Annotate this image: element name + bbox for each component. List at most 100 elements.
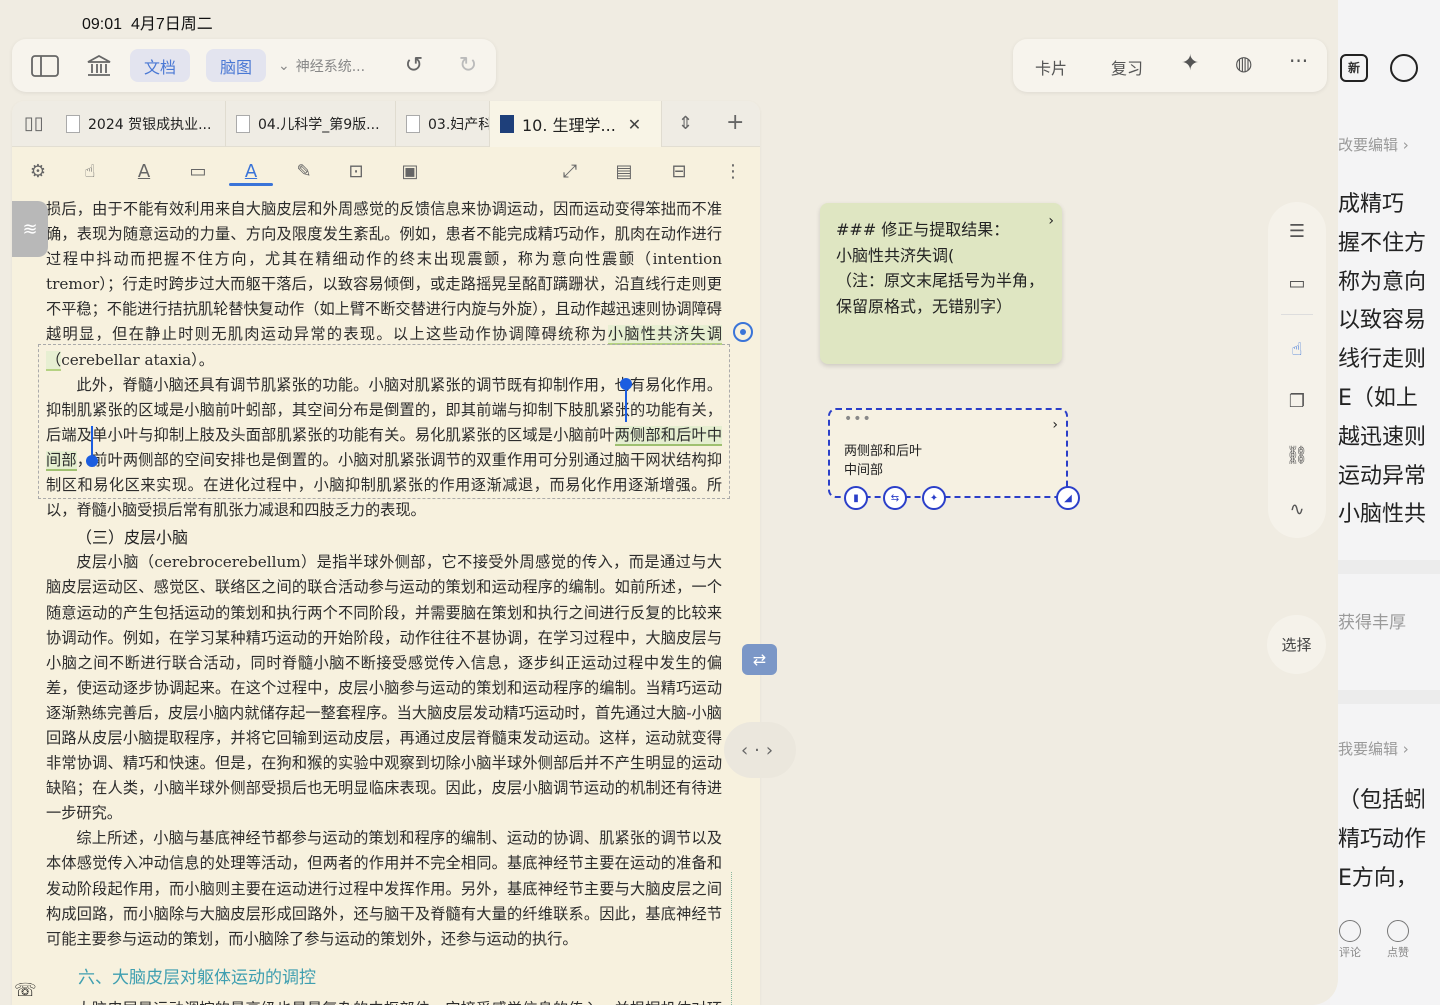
bg-text-line: 小脑性共 (1338, 502, 1427, 528)
bg-text-line: 线行走则 (1338, 347, 1427, 373)
reorder-icon[interactable]: ⇕ (678, 113, 693, 134)
locate-icon[interactable] (733, 322, 753, 342)
mindmap-card-selected[interactable]: ••• › 两侧部和后叶 中间部 ▮ ⇆ ✦ ◢ (828, 408, 1080, 510)
sidebar-icon[interactable] (28, 49, 62, 82)
divider (1330, 690, 1440, 704)
web-search-icon[interactable]: ◍ (1235, 51, 1252, 75)
add-tab-icon[interactable]: + (726, 110, 744, 135)
review-button[interactable]: 复习 (1111, 55, 1143, 79)
document-panel: ▯▯ 2024 贺银成执业... 04.儿科学_第9版... 03.妇产科 10… (12, 101, 760, 1005)
outline-icon[interactable]: ☰ (1285, 220, 1309, 244)
pie-chart-icon[interactable] (1390, 54, 1418, 82)
tab-bar: ▯▯ 2024 贺银成执业... 04.儿科学_第9版... 03.妇产科 10… (12, 101, 760, 147)
link-card-icon[interactable]: ⇆ (883, 486, 907, 510)
split-view-icon[interactable]: ▯▯ (24, 113, 44, 134)
notebook-selector[interactable]: ⌄ 神经系统... (278, 49, 365, 82)
text-highlight-icon[interactable]: A (132, 160, 156, 184)
fullscreen-icon[interactable]: ⤢ (558, 160, 582, 184)
library-icon[interactable] (84, 49, 114, 82)
chevron-right-icon[interactable]: › (1048, 209, 1054, 235)
layers-icon[interactable]: ≋ (12, 201, 48, 257)
pencil-icon[interactable]: ✎ (292, 160, 316, 184)
background-app: 改要编辑 › 成精巧 握不住方 称为意向 以致容易 线行走则 E（如上 越迅速则 运动异常 小脑… (1330, 0, 1440, 1005)
subheading: （三）皮层小脑 (76, 528, 189, 548)
bookmark-icon[interactable]: ⊟ (667, 160, 691, 184)
cards-button[interactable]: 卡片 (1035, 55, 1067, 79)
like-button[interactable]: 点赞 (1378, 920, 1418, 960)
document-text[interactable]: 损后，由于不能有效利用来自大脑皮层和外周感觉的反馈信息来协调运动，因而运动变得笨… (46, 197, 723, 1005)
bg-text-line: （包括蚓 (1338, 788, 1427, 813)
select-button[interactable]: 选择 (1267, 615, 1326, 674)
page-nav-button[interactable]: ‹·› (724, 722, 796, 778)
redo-icon[interactable]: ↻ (454, 49, 482, 82)
copy-icon[interactable]: ❐ (1285, 390, 1309, 414)
card-text: ### 修正与提取结果： 小脑性共济失调( （注：原文末尾括号为半角，保留原格式… (836, 220, 1045, 316)
image-icon[interactable]: ▣ (398, 160, 422, 184)
notebook-name: 神经系统... (295, 58, 366, 75)
card-text: 两侧部和后叶 中间部 (844, 444, 923, 478)
bg-text-line: 握不住方 (1338, 230, 1427, 256)
hand-icon[interactable]: ☝ (78, 160, 102, 184)
area-select-icon[interactable]: ▭ (186, 160, 210, 184)
bg-text-line: 以致容易 (1338, 308, 1427, 334)
divider (731, 872, 732, 1005)
more-vertical-icon[interactable]: ⋮ (721, 160, 745, 184)
drag-handle-icon[interactable]: ••• (844, 410, 872, 429)
thumbs-up-icon (1387, 920, 1409, 942)
mindmap-card[interactable]: › ### 修正与提取结果： 小脑性共济失调( （注：原文末尾括号为半角，保留原… (820, 203, 1062, 364)
top-toolbar: 文档 脑图 ⌄ 神经系统... ↺ ↻ (12, 39, 496, 92)
sparkle-icon[interactable]: ✦ (1181, 51, 1199, 76)
bg-text-line: 称为意向 (1338, 269, 1427, 295)
link-icon[interactable]: ⛓ (1285, 444, 1309, 468)
sparkle-icon[interactable]: ✦ (922, 486, 946, 510)
chevron-down-icon: ⌄ (278, 57, 290, 74)
selection-handle-dot[interactable] (620, 378, 632, 390)
bg-text-line: E方向， (1338, 865, 1418, 891)
new-icon[interactable]: 新 (1340, 54, 1368, 82)
textbox-icon[interactable]: ⊡ (344, 160, 368, 184)
tab-mindmap[interactable]: 脑图 (206, 49, 267, 82)
paragraph: 综上所述，小脑与基底神经节都参与运动的策划和程序的编制、运动的协调、肌紧张的调节… (46, 829, 722, 948)
hand-pointer-icon[interactable]: ☝ (1285, 338, 1309, 362)
undo-icon[interactable]: ↺ (400, 49, 428, 82)
search-doc-icon[interactable]: ▤ (612, 160, 636, 184)
more-icon[interactable]: ··· (1289, 49, 1308, 73)
resize-icon[interactable]: ◢ (1056, 486, 1080, 510)
file-icon (66, 115, 80, 133)
comment-label: 评论 (1339, 946, 1361, 959)
comment-icon (1339, 920, 1361, 942)
chevron-right-icon[interactable]: › (1052, 416, 1058, 435)
active-tool-indicator (229, 183, 273, 186)
phone-icon: ☏ (14, 980, 37, 1001)
main-window: 09:01 4月7日周二 文档 脑图 ⌄ 神经系统... ↺ ↻ 卡片 复习 ✦… (0, 0, 1338, 1005)
settings-icon[interactable]: ⚙ (26, 160, 50, 184)
text-underline-icon[interactable]: A (239, 160, 263, 184)
bg-text-line: 精巧动作 (1338, 826, 1427, 852)
curve-icon[interactable]: ∿ (1285, 498, 1309, 522)
tab-doc-4[interactable]: 10. 生理学... ✕ (490, 101, 662, 147)
paragraph: 大脑皮层是运动调控的最高级也是最复杂的中枢部位。它接受感觉信息的传入，并根据机体… (46, 997, 722, 1005)
tab-doc-1[interactable]: 2024 贺银成执业... (56, 101, 226, 147)
book-icon (500, 115, 514, 133)
paragraph: 皮层小脑（cerebrocerebellum）是指半球外侧部，它不接受外周感觉的… (46, 553, 722, 823)
annotation-toolbar: ⚙ ☝ A ▭ A ✎ ⊡ ▣ ⤢ ▤ ⊟ ⋮ (12, 148, 760, 194)
file-icon (236, 115, 250, 133)
comment-icon[interactable]: ▮ (844, 486, 868, 510)
tab-document[interactable]: 文档 (130, 49, 191, 82)
divider (1281, 314, 1313, 315)
selection-handle-dot[interactable] (86, 455, 98, 467)
tab-doc-3[interactable]: 03.妇产科 (396, 101, 490, 147)
bg-text-line: E（如上 (1338, 386, 1418, 411)
edit-link[interactable]: 我要编辑 › (1338, 738, 1409, 759)
right-toolbar: 卡片 复习 ✦ ◍ ··· (1013, 39, 1327, 92)
edit-link[interactable]: 改要编辑 › (1338, 134, 1409, 155)
close-icon[interactable]: ✕ (628, 115, 641, 134)
like-label: 点赞 (1387, 946, 1409, 959)
file-icon (406, 115, 420, 133)
tab-doc-2[interactable]: 04.儿科学_第9版... (226, 101, 396, 147)
side-toolbar: ☰ ▭ ☝ ❐ ⛓ ∿ (1268, 202, 1326, 538)
swap-icon[interactable]: ⇄ (742, 644, 777, 675)
layout-icon[interactable]: ▭ (1285, 272, 1309, 296)
bg-text-line: 运动异常 (1338, 463, 1427, 489)
section-heading: 六、大脑皮层对躯体运动的调控 (78, 967, 316, 988)
